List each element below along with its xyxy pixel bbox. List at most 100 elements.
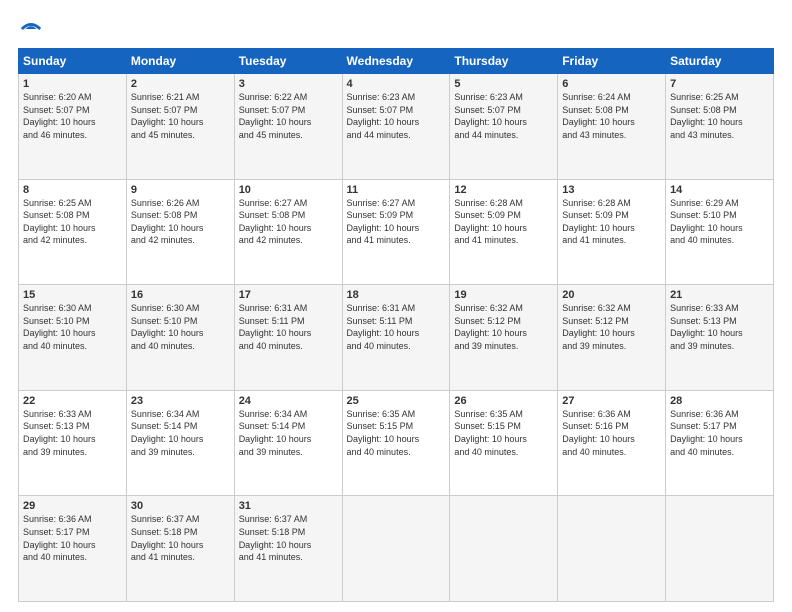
day-info: Sunrise: 6:32 AM Sunset: 5:12 PM Dayligh… xyxy=(562,302,661,352)
header xyxy=(18,18,774,40)
day-cell: 24Sunrise: 6:34 AM Sunset: 5:14 PM Dayli… xyxy=(234,390,342,496)
day-number: 11 xyxy=(347,184,446,196)
header-cell-thursday: Thursday xyxy=(450,49,558,74)
day-cell: 6Sunrise: 6:24 AM Sunset: 5:08 PM Daylig… xyxy=(558,74,666,180)
logo xyxy=(18,18,42,40)
day-cell xyxy=(342,496,450,602)
day-info: Sunrise: 6:35 AM Sunset: 5:15 PM Dayligh… xyxy=(454,408,553,458)
day-info: Sunrise: 6:32 AM Sunset: 5:12 PM Dayligh… xyxy=(454,302,553,352)
day-cell: 16Sunrise: 6:30 AM Sunset: 5:10 PM Dayli… xyxy=(126,285,234,391)
day-number: 7 xyxy=(670,78,769,90)
day-cell: 15Sunrise: 6:30 AM Sunset: 5:10 PM Dayli… xyxy=(19,285,127,391)
day-cell: 1Sunrise: 6:20 AM Sunset: 5:07 PM Daylig… xyxy=(19,74,127,180)
day-info: Sunrise: 6:34 AM Sunset: 5:14 PM Dayligh… xyxy=(239,408,338,458)
day-info: Sunrise: 6:25 AM Sunset: 5:08 PM Dayligh… xyxy=(670,91,769,141)
day-number: 18 xyxy=(347,289,446,301)
day-number: 3 xyxy=(239,78,338,90)
day-cell xyxy=(558,496,666,602)
calendar-table: SundayMondayTuesdayWednesdayThursdayFrid… xyxy=(18,48,774,602)
day-info: Sunrise: 6:30 AM Sunset: 5:10 PM Dayligh… xyxy=(23,302,122,352)
header-cell-sunday: Sunday xyxy=(19,49,127,74)
day-info: Sunrise: 6:31 AM Sunset: 5:11 PM Dayligh… xyxy=(347,302,446,352)
day-number: 29 xyxy=(23,500,122,512)
day-cell: 8Sunrise: 6:25 AM Sunset: 5:08 PM Daylig… xyxy=(19,179,127,285)
day-info: Sunrise: 6:37 AM Sunset: 5:18 PM Dayligh… xyxy=(239,513,338,563)
day-cell: 9Sunrise: 6:26 AM Sunset: 5:08 PM Daylig… xyxy=(126,179,234,285)
day-cell xyxy=(666,496,774,602)
day-cell: 26Sunrise: 6:35 AM Sunset: 5:15 PM Dayli… xyxy=(450,390,558,496)
day-number: 4 xyxy=(347,78,446,90)
day-cell: 19Sunrise: 6:32 AM Sunset: 5:12 PM Dayli… xyxy=(450,285,558,391)
week-row-0: 1Sunrise: 6:20 AM Sunset: 5:07 PM Daylig… xyxy=(19,74,774,180)
day-number: 14 xyxy=(670,184,769,196)
day-number: 9 xyxy=(131,184,230,196)
header-cell-wednesday: Wednesday xyxy=(342,49,450,74)
day-info: Sunrise: 6:36 AM Sunset: 5:17 PM Dayligh… xyxy=(670,408,769,458)
day-info: Sunrise: 6:31 AM Sunset: 5:11 PM Dayligh… xyxy=(239,302,338,352)
day-info: Sunrise: 6:26 AM Sunset: 5:08 PM Dayligh… xyxy=(131,197,230,247)
day-number: 20 xyxy=(562,289,661,301)
day-info: Sunrise: 6:37 AM Sunset: 5:18 PM Dayligh… xyxy=(131,513,230,563)
day-info: Sunrise: 6:33 AM Sunset: 5:13 PM Dayligh… xyxy=(670,302,769,352)
logo-icon xyxy=(20,18,42,40)
day-info: Sunrise: 6:35 AM Sunset: 5:15 PM Dayligh… xyxy=(347,408,446,458)
day-number: 13 xyxy=(562,184,661,196)
day-info: Sunrise: 6:28 AM Sunset: 5:09 PM Dayligh… xyxy=(454,197,553,247)
day-number: 21 xyxy=(670,289,769,301)
day-number: 15 xyxy=(23,289,122,301)
day-cell: 18Sunrise: 6:31 AM Sunset: 5:11 PM Dayli… xyxy=(342,285,450,391)
header-row: SundayMondayTuesdayWednesdayThursdayFrid… xyxy=(19,49,774,74)
day-cell: 30Sunrise: 6:37 AM Sunset: 5:18 PM Dayli… xyxy=(126,496,234,602)
header-cell-monday: Monday xyxy=(126,49,234,74)
day-number: 24 xyxy=(239,395,338,407)
day-number: 22 xyxy=(23,395,122,407)
day-number: 25 xyxy=(347,395,446,407)
day-cell: 17Sunrise: 6:31 AM Sunset: 5:11 PM Dayli… xyxy=(234,285,342,391)
day-info: Sunrise: 6:22 AM Sunset: 5:07 PM Dayligh… xyxy=(239,91,338,141)
day-cell: 25Sunrise: 6:35 AM Sunset: 5:15 PM Dayli… xyxy=(342,390,450,496)
day-number: 27 xyxy=(562,395,661,407)
day-number: 16 xyxy=(131,289,230,301)
header-cell-friday: Friday xyxy=(558,49,666,74)
day-cell: 13Sunrise: 6:28 AM Sunset: 5:09 PM Dayli… xyxy=(558,179,666,285)
day-cell: 4Sunrise: 6:23 AM Sunset: 5:07 PM Daylig… xyxy=(342,74,450,180)
day-number: 5 xyxy=(454,78,553,90)
day-number: 1 xyxy=(23,78,122,90)
day-number: 26 xyxy=(454,395,553,407)
day-number: 6 xyxy=(562,78,661,90)
day-number: 30 xyxy=(131,500,230,512)
day-cell: 14Sunrise: 6:29 AM Sunset: 5:10 PM Dayli… xyxy=(666,179,774,285)
day-cell: 28Sunrise: 6:36 AM Sunset: 5:17 PM Dayli… xyxy=(666,390,774,496)
day-info: Sunrise: 6:20 AM Sunset: 5:07 PM Dayligh… xyxy=(23,91,122,141)
week-row-2: 15Sunrise: 6:30 AM Sunset: 5:10 PM Dayli… xyxy=(19,285,774,391)
day-info: Sunrise: 6:29 AM Sunset: 5:10 PM Dayligh… xyxy=(670,197,769,247)
week-row-4: 29Sunrise: 6:36 AM Sunset: 5:17 PM Dayli… xyxy=(19,496,774,602)
day-info: Sunrise: 6:21 AM Sunset: 5:07 PM Dayligh… xyxy=(131,91,230,141)
day-info: Sunrise: 6:33 AM Sunset: 5:13 PM Dayligh… xyxy=(23,408,122,458)
header-cell-tuesday: Tuesday xyxy=(234,49,342,74)
logo-text xyxy=(18,18,42,40)
day-info: Sunrise: 6:36 AM Sunset: 5:16 PM Dayligh… xyxy=(562,408,661,458)
week-row-1: 8Sunrise: 6:25 AM Sunset: 5:08 PM Daylig… xyxy=(19,179,774,285)
day-number: 10 xyxy=(239,184,338,196)
day-cell: 31Sunrise: 6:37 AM Sunset: 5:18 PM Dayli… xyxy=(234,496,342,602)
day-number: 12 xyxy=(454,184,553,196)
day-cell: 21Sunrise: 6:33 AM Sunset: 5:13 PM Dayli… xyxy=(666,285,774,391)
day-number: 31 xyxy=(239,500,338,512)
day-cell: 2Sunrise: 6:21 AM Sunset: 5:07 PM Daylig… xyxy=(126,74,234,180)
week-row-3: 22Sunrise: 6:33 AM Sunset: 5:13 PM Dayli… xyxy=(19,390,774,496)
day-cell: 20Sunrise: 6:32 AM Sunset: 5:12 PM Dayli… xyxy=(558,285,666,391)
page: SundayMondayTuesdayWednesdayThursdayFrid… xyxy=(0,0,792,612)
day-cell: 3Sunrise: 6:22 AM Sunset: 5:07 PM Daylig… xyxy=(234,74,342,180)
header-cell-saturday: Saturday xyxy=(666,49,774,74)
day-cell: 5Sunrise: 6:23 AM Sunset: 5:07 PM Daylig… xyxy=(450,74,558,180)
day-info: Sunrise: 6:36 AM Sunset: 5:17 PM Dayligh… xyxy=(23,513,122,563)
day-info: Sunrise: 6:28 AM Sunset: 5:09 PM Dayligh… xyxy=(562,197,661,247)
day-number: 23 xyxy=(131,395,230,407)
day-info: Sunrise: 6:25 AM Sunset: 5:08 PM Dayligh… xyxy=(23,197,122,247)
day-cell: 22Sunrise: 6:33 AM Sunset: 5:13 PM Dayli… xyxy=(19,390,127,496)
day-number: 8 xyxy=(23,184,122,196)
day-cell: 10Sunrise: 6:27 AM Sunset: 5:08 PM Dayli… xyxy=(234,179,342,285)
day-number: 28 xyxy=(670,395,769,407)
day-info: Sunrise: 6:27 AM Sunset: 5:09 PM Dayligh… xyxy=(347,197,446,247)
